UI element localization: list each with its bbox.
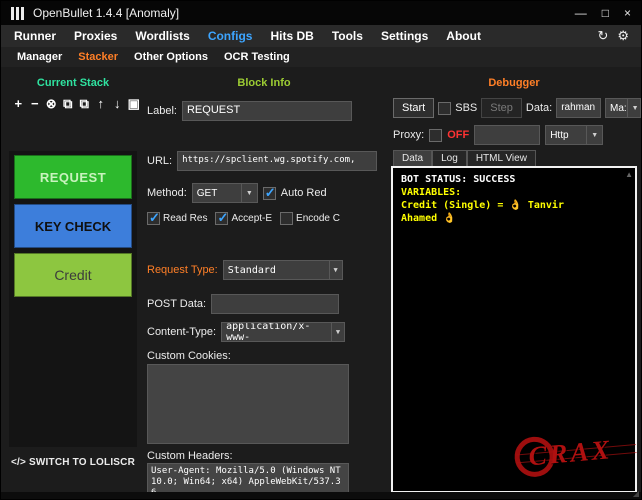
custom-headers-textarea[interactable]: User-Agent: Mozilla/5.0 (Windows NT 10.0… (147, 463, 349, 494)
menu-runner[interactable]: Runner (5, 29, 65, 43)
proxy-status: OFF (447, 129, 469, 141)
save-icon[interactable]: ▣ (127, 94, 142, 114)
history-icon[interactable]: ↻ (597, 28, 608, 44)
data-input[interactable]: rahman (556, 98, 601, 118)
scrollbar-up-icon[interactable]: ▲ (625, 170, 633, 179)
method-label: Method: (147, 187, 187, 199)
label-input[interactable]: REQUEST (182, 101, 352, 121)
sbs-label: SBS (455, 102, 477, 114)
status-bar: ◢ (1, 492, 641, 499)
request-type-value: Standard (228, 265, 276, 276)
clone-icon[interactable]: ⧉ (77, 94, 92, 114)
submenu-ocr-testing[interactable]: OCR Testing (216, 51, 298, 63)
chevron-down-icon: ▼ (331, 323, 344, 341)
menu-wordlists[interactable]: Wordlists (126, 29, 198, 43)
block-info-title: Block Info (141, 77, 387, 89)
close-button[interactable]: × (624, 7, 631, 19)
add-icon[interactable]: + (11, 94, 26, 114)
move-down-icon[interactable]: ↓ (110, 94, 125, 114)
encode-content-checkbox[interactable] (280, 212, 293, 225)
post-data-input[interactable] (211, 294, 339, 314)
request-type-label: Request Type: (147, 264, 218, 276)
max-value: Ma: (610, 103, 627, 114)
menubar: Runner Proxies Wordlists Configs Hits DB… (1, 25, 641, 47)
menu-hitsdb[interactable]: Hits DB (261, 29, 322, 43)
variable-value-line: Ahamed 👌 (401, 212, 627, 225)
auto-redirect-checkbox[interactable] (263, 187, 276, 200)
stack-block-request[interactable]: REQUEST (14, 155, 132, 199)
variable-value-line: Credit (Single) = 👌 Tanvir (401, 199, 627, 212)
request-type-select[interactable]: Standard ▼ (223, 260, 343, 280)
tab-log[interactable]: Log (432, 150, 467, 166)
stack-block-keycheck[interactable]: KEY CHECK (14, 204, 132, 248)
stack-block-list: REQUEST KEY CHECK Credit (9, 151, 137, 447)
proxy-label: Proxy: (393, 129, 424, 141)
resize-grip[interactable]: ◢ (633, 490, 639, 498)
maximize-button[interactable]: □ (602, 7, 609, 19)
proxy-type-select[interactable]: Http ▼ (545, 125, 603, 145)
submenu-manager[interactable]: Manager (9, 51, 70, 63)
configs-submenu: Manager Stacker Other Options OCR Testin… (1, 47, 641, 67)
proxy-checkbox[interactable] (429, 129, 442, 142)
label-label: Label: (147, 105, 177, 117)
current-stack-title: Current Stack (9, 77, 137, 89)
content-type-value: application/x-www- (226, 322, 331, 342)
menu-tools[interactable]: Tools (323, 29, 372, 43)
switch-to-loliscript-button[interactable]: </> SWITCH TO LOLISCR (11, 457, 135, 468)
custom-headers-label: Custom Headers: (147, 450, 233, 462)
app-logo-icon (11, 7, 24, 20)
debugger-title: Debugger (391, 77, 637, 89)
proxy-type-value: Http (550, 130, 568, 141)
bot-status-line: BOT STATUS: SUCCESS (401, 173, 627, 186)
tab-data[interactable]: Data (393, 150, 432, 166)
start-button[interactable]: Start (393, 98, 434, 118)
disable-icon[interactable]: ⊗ (44, 94, 59, 114)
max-select[interactable]: Ma: ▼ (605, 98, 641, 118)
chevron-down-icon: ▼ (586, 126, 602, 144)
content-type-select[interactable]: application/x-www- ▼ (221, 322, 345, 342)
url-input[interactable]: https://spclient.wg.spotify.com, (177, 151, 377, 171)
content-type-label: Content-Type: (147, 326, 216, 338)
data-label: Data: (526, 102, 552, 114)
sbs-checkbox[interactable] (438, 102, 451, 115)
read-response-checkbox[interactable] (147, 212, 160, 225)
move-up-icon[interactable]: ↑ (94, 94, 109, 114)
debugger-tabs: Data Log HTML View (393, 148, 536, 166)
submenu-stacker[interactable]: Stacker (70, 51, 126, 63)
method-select[interactable]: GET ▼ (192, 183, 258, 203)
chevron-down-icon: ▼ (241, 184, 257, 202)
auto-redirect-label: Auto Red (281, 187, 327, 199)
minimize-button[interactable]: — (575, 7, 587, 19)
menu-configs[interactable]: Configs (199, 29, 262, 43)
accept-encoding-checkbox[interactable] (215, 212, 228, 225)
tab-html-view[interactable]: HTML View (467, 150, 536, 166)
url-label: URL: (147, 155, 172, 167)
stack-block-credit[interactable]: Credit (14, 253, 132, 297)
chevron-down-icon: ▼ (329, 261, 342, 279)
step-button[interactable]: Step (481, 98, 522, 118)
custom-cookies-textarea[interactable] (147, 364, 349, 444)
encode-content-label: Encode C (296, 213, 340, 224)
menu-about[interactable]: About (437, 29, 490, 43)
custom-cookies-label: Custom Cookies: (147, 350, 231, 362)
openbullet-window: OpenBullet 1.4.4 [Anomaly] — □ × Runner … (0, 0, 642, 500)
gear-icon[interactable]: ⚙ (617, 28, 629, 44)
titlebar: OpenBullet 1.4.4 [Anomaly] — □ × (1, 1, 641, 25)
proxy-input[interactable] (474, 125, 540, 145)
accept-encoding-label: Accept-E (231, 213, 272, 224)
window-title: OpenBullet 1.4.4 [Anomaly] (33, 6, 179, 20)
stack-toolbar: + − ⊗ ⧉ ⧉ ↑ ↓ ▣ (9, 94, 141, 114)
menu-proxies[interactable]: Proxies (65, 29, 126, 43)
post-data-label: POST Data: (147, 298, 206, 310)
variables-line: VARIABLES: (401, 186, 627, 199)
menu-settings[interactable]: Settings (372, 29, 437, 43)
method-value: GET (197, 188, 218, 199)
debugger-console-output: BOT STATUS: SUCCESS VARIABLES: Credit (S… (391, 166, 637, 493)
copy-icon[interactable]: ⧉ (61, 94, 76, 114)
chevron-down-icon: ▼ (627, 99, 641, 117)
submenu-other-options[interactable]: Other Options (126, 51, 216, 63)
read-response-label: Read Res (163, 213, 207, 224)
remove-icon[interactable]: − (28, 94, 43, 114)
